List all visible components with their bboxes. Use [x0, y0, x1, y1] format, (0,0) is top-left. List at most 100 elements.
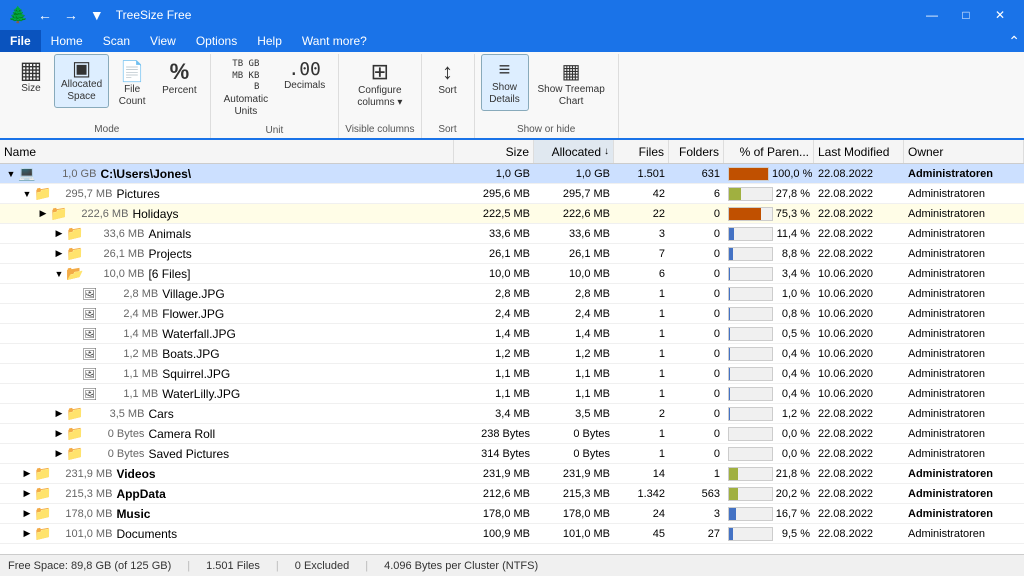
percent-bar-bg — [728, 487, 773, 501]
table-row[interactable]: ▼📂10,0 MB[6 Files]10,0 MB10,0 MB603,4 %1… — [0, 264, 1024, 284]
table-row[interactable]: ▶📁222,6 MBHolidays222,5 MB222,6 MB22075,… — [0, 204, 1024, 224]
tree-expander[interactable]: ▶ — [36, 208, 50, 219]
tree-expander[interactable]: ▶ — [20, 508, 34, 519]
table-row[interactable]: ▶📁178,0 MBMusic178,0 MB178,0 MB24316,7 %… — [0, 504, 1024, 524]
col-header-owner[interactable]: Owner — [904, 140, 1024, 163]
ribbon-treemap-button[interactable]: ▦ Show TreemapChart — [531, 54, 612, 113]
table-row[interactable]: 🖼2,8 MBVillage.JPG2,8 MB2,8 MB101,0 %10.… — [0, 284, 1024, 304]
menu-view[interactable]: View — [140, 30, 186, 52]
table-row[interactable]: 🖼1,1 MBSquirrel.JPG1,1 MB1,1 MB100,4 %10… — [0, 364, 1024, 384]
table-row[interactable]: ▶📁26,1 MBProjects26,1 MB26,1 MB708,8 %22… — [0, 244, 1024, 264]
col-header-allocated[interactable]: Allocated ↓ — [534, 140, 614, 163]
tree-expander[interactable]: ▶ — [52, 428, 66, 439]
tree-cell-folders: 1 — [669, 464, 724, 483]
table-row[interactable]: ▶📁3,5 MBCars3,4 MB3,5 MB201,2 %22.08.202… — [0, 404, 1024, 424]
tree-expander[interactable]: ▼ — [52, 269, 66, 279]
col-header-files[interactable]: Files — [614, 140, 669, 163]
table-row[interactable]: ▼💻1,0 GBC:\Users\Jones\1,0 GB1,0 GB1.501… — [0, 164, 1024, 184]
tree-cell-name: ▶📁0 BytesCamera Roll — [0, 424, 454, 443]
tree-cell-percent: 0,0 % — [724, 444, 814, 463]
tree-cell-owner: Administratoren — [904, 344, 1024, 363]
ribbon-percent-button[interactable]: % Percent — [155, 54, 203, 101]
percent-bar-fill — [729, 168, 768, 180]
menu-wantmore[interactable]: Want more? — [292, 30, 377, 52]
tree-expander[interactable]: ▶ — [52, 248, 66, 259]
tree-cell-owner: Administratoren — [904, 204, 1024, 223]
table-row[interactable]: ▶📁101,0 MBDocuments100,9 MB101,0 MB45279… — [0, 524, 1024, 544]
ribbon-decimals-button[interactable]: .00 Decimals — [277, 54, 332, 96]
menu-options[interactable]: Options — [186, 30, 247, 52]
menu-scan[interactable]: Scan — [93, 30, 140, 52]
tree-cell-percent: 0,5 % — [724, 324, 814, 343]
tree-cell-size: 178,0 MB — [454, 504, 534, 523]
table-row[interactable]: ▶📁0 BytesSaved Pictures314 Bytes0 Bytes1… — [0, 444, 1024, 464]
status-excluded: 0 Excluded — [295, 560, 349, 572]
col-header-folders[interactable]: Folders — [669, 140, 724, 163]
table-row[interactable]: ▶📁231,9 MBVideos231,9 MB231,9 MB14121,8 … — [0, 464, 1024, 484]
tree-expander[interactable]: ▶ — [52, 448, 66, 459]
sort-arrow-allocated: ↓ — [604, 146, 609, 157]
col-header-name[interactable]: Name — [0, 140, 454, 163]
tree-cell-files: 6 — [614, 264, 669, 283]
back-button[interactable]: ← — [34, 5, 56, 25]
tree-expander[interactable]: ▶ — [52, 408, 66, 419]
tree-cell-percent: 11,4 % — [724, 224, 814, 243]
table-row[interactable]: 🖼1,1 MBWaterLilly.JPG1,1 MB1,1 MB100,4 %… — [0, 384, 1024, 404]
tree-expander[interactable]: ▶ — [20, 528, 34, 539]
col-header-percent[interactable]: % of Paren... — [724, 140, 814, 163]
close-button[interactable]: ✕ — [984, 5, 1016, 25]
ribbon-allocated-button[interactable]: ▣ AllocatedSpace — [54, 54, 109, 108]
maximize-button[interactable]: □ — [950, 5, 982, 25]
table-row[interactable]: 🖼1,2 MBBoats.JPG1,2 MB1,2 MB100,4 %10.06… — [0, 344, 1024, 364]
tree-expander[interactable]: ▼ — [20, 189, 34, 199]
minimize-button[interactable]: — — [916, 5, 948, 25]
col-header-modified[interactable]: Last Modified — [814, 140, 904, 163]
table-row[interactable]: ▼📁295,7 MBPictures295,6 MB295,7 MB42627,… — [0, 184, 1024, 204]
menu-file[interactable]: File — [0, 30, 41, 52]
table-row[interactable]: ▶📁33,6 MBAnimals33,6 MB33,6 MB3011,4 %22… — [0, 224, 1024, 244]
tree-cell-allocated: 2,8 MB — [534, 284, 614, 303]
menu-help[interactable]: Help — [247, 30, 292, 52]
tree-cell-size: 1,0 GB — [454, 164, 534, 183]
tree-cell-name: ▶📁0 BytesSaved Pictures — [0, 444, 454, 463]
ribbon-sort-button[interactable]: ↕ Sort — [428, 54, 468, 101]
tree-area[interactable]: ▼💻1,0 GBC:\Users\Jones\1,0 GB1,0 GB1.501… — [0, 164, 1024, 554]
tree-expander[interactable]: ▼ — [4, 169, 18, 179]
percent-bar-fill — [729, 248, 733, 260]
tree-cell-name: ▶📁101,0 MBDocuments — [0, 524, 454, 543]
ribbon-collapse-button[interactable]: ⌃ — [1008, 33, 1020, 50]
percent-text: 0,4 % — [776, 348, 810, 360]
tree-nametext: Projects — [148, 247, 191, 261]
tree-cell-modified: 22.08.2022 — [814, 464, 904, 483]
percent-text: 20,2 % — [776, 488, 810, 500]
file-icon: 🖼 — [82, 367, 97, 381]
tree-cell-folders: 0 — [669, 404, 724, 423]
tree-expander[interactable]: ▶ — [52, 228, 66, 239]
col-header-size[interactable]: Size — [454, 140, 534, 163]
file-icon: 🖼 — [82, 327, 97, 341]
table-row[interactable]: 🖼2,4 MBFlower.JPG2,4 MB2,4 MB100,8 %10.0… — [0, 304, 1024, 324]
ribbon-showdetails-button[interactable]: ≡ ShowDetails — [481, 54, 529, 111]
tree-expander[interactable]: ▶ — [20, 468, 34, 479]
tree-nametext: Animals — [148, 227, 191, 241]
file-icon: 🖼 — [82, 347, 97, 361]
table-row[interactable]: 🖼1,4 MBWaterfall.JPG1,4 MB1,4 MB100,5 %1… — [0, 324, 1024, 344]
tree-cell-percent: 3,4 % — [724, 264, 814, 283]
table-row[interactable]: ▶📁215,3 MBAppData212,6 MB215,3 MB1.34256… — [0, 484, 1024, 504]
ribbon-filecount-button[interactable]: 📄 FileCount — [111, 54, 153, 113]
dropdown-button[interactable]: ▼ — [86, 5, 108, 25]
tree-cell-owner: Administratoren — [904, 524, 1024, 543]
tree-cell-size: 2,8 MB — [454, 284, 534, 303]
tree-cell-folders: 0 — [669, 424, 724, 443]
table-row[interactable]: ▶📁0 BytesCamera Roll238 Bytes0 Bytes100,… — [0, 424, 1024, 444]
tree-expander[interactable]: ▶ — [20, 488, 34, 499]
size-icon: ▦ — [20, 59, 43, 83]
forward-button[interactable]: → — [60, 5, 82, 25]
tree-cell-size: 295,6 MB — [454, 184, 534, 203]
ribbon-size-button[interactable]: ▦ Size — [10, 54, 52, 99]
ribbon-configure-button[interactable]: ⊞ Configurecolumns ▾ — [350, 54, 409, 114]
menu-home[interactable]: Home — [41, 30, 93, 52]
tree-cell-owner: Administratoren — [904, 364, 1024, 383]
tree-cell-owner: Administratoren — [904, 244, 1024, 263]
ribbon-autounits-button[interactable]: TB GBMB KB B AutomaticUnits — [217, 54, 275, 123]
